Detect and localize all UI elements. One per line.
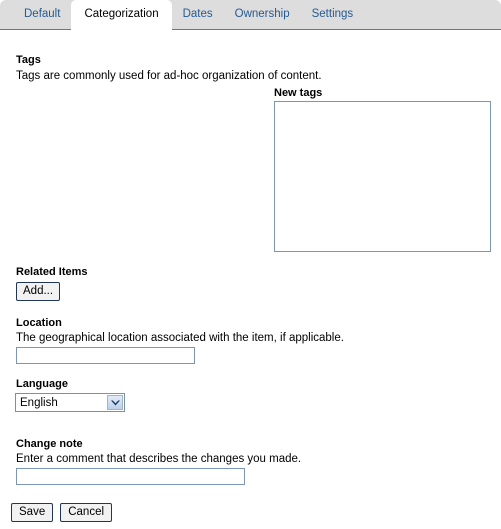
change-note-label: Change note — [16, 438, 83, 450]
tab-dates[interactable]: Dates — [172, 0, 224, 30]
tab-default[interactable]: Default — [13, 0, 71, 30]
change-note-input[interactable] — [16, 468, 245, 485]
location-label: Location — [16, 317, 62, 329]
language-label: Language — [16, 378, 68, 390]
language-select-value: English — [20, 397, 58, 409]
chevron-down-icon — [107, 395, 123, 410]
tab-bar: Default Categorization Dates Ownership S… — [0, 0, 501, 30]
location-input[interactable] — [16, 347, 195, 364]
new-tags-textarea[interactable] — [274, 101, 491, 252]
language-select[interactable]: English — [15, 393, 125, 412]
tab-list: Default Categorization Dates Ownership S… — [0, 0, 364, 30]
form-actions: Save Cancel — [11, 503, 113, 522]
tab-settings[interactable]: Settings — [301, 0, 365, 30]
change-note-description: Enter a comment that describes the chang… — [16, 453, 302, 465]
tab-categorization[interactable]: Categorization — [71, 0, 172, 30]
cancel-button[interactable]: Cancel — [60, 503, 113, 522]
tags-description: Tags are commonly used for ad-hoc organi… — [16, 70, 322, 82]
tags-label: Tags — [16, 54, 41, 66]
tab-ownership[interactable]: Ownership — [224, 0, 301, 30]
new-tags-label: New tags — [274, 87, 323, 99]
location-description: The geographical location associated wit… — [16, 332, 344, 344]
add-related-item-button[interactable]: Add... — [16, 282, 61, 301]
related-items-label: Related Items — [16, 266, 88, 278]
categorization-form: Tags Tags are commonly used for ad-hoc o… — [0, 30, 501, 529]
save-button[interactable]: Save — [11, 503, 54, 522]
